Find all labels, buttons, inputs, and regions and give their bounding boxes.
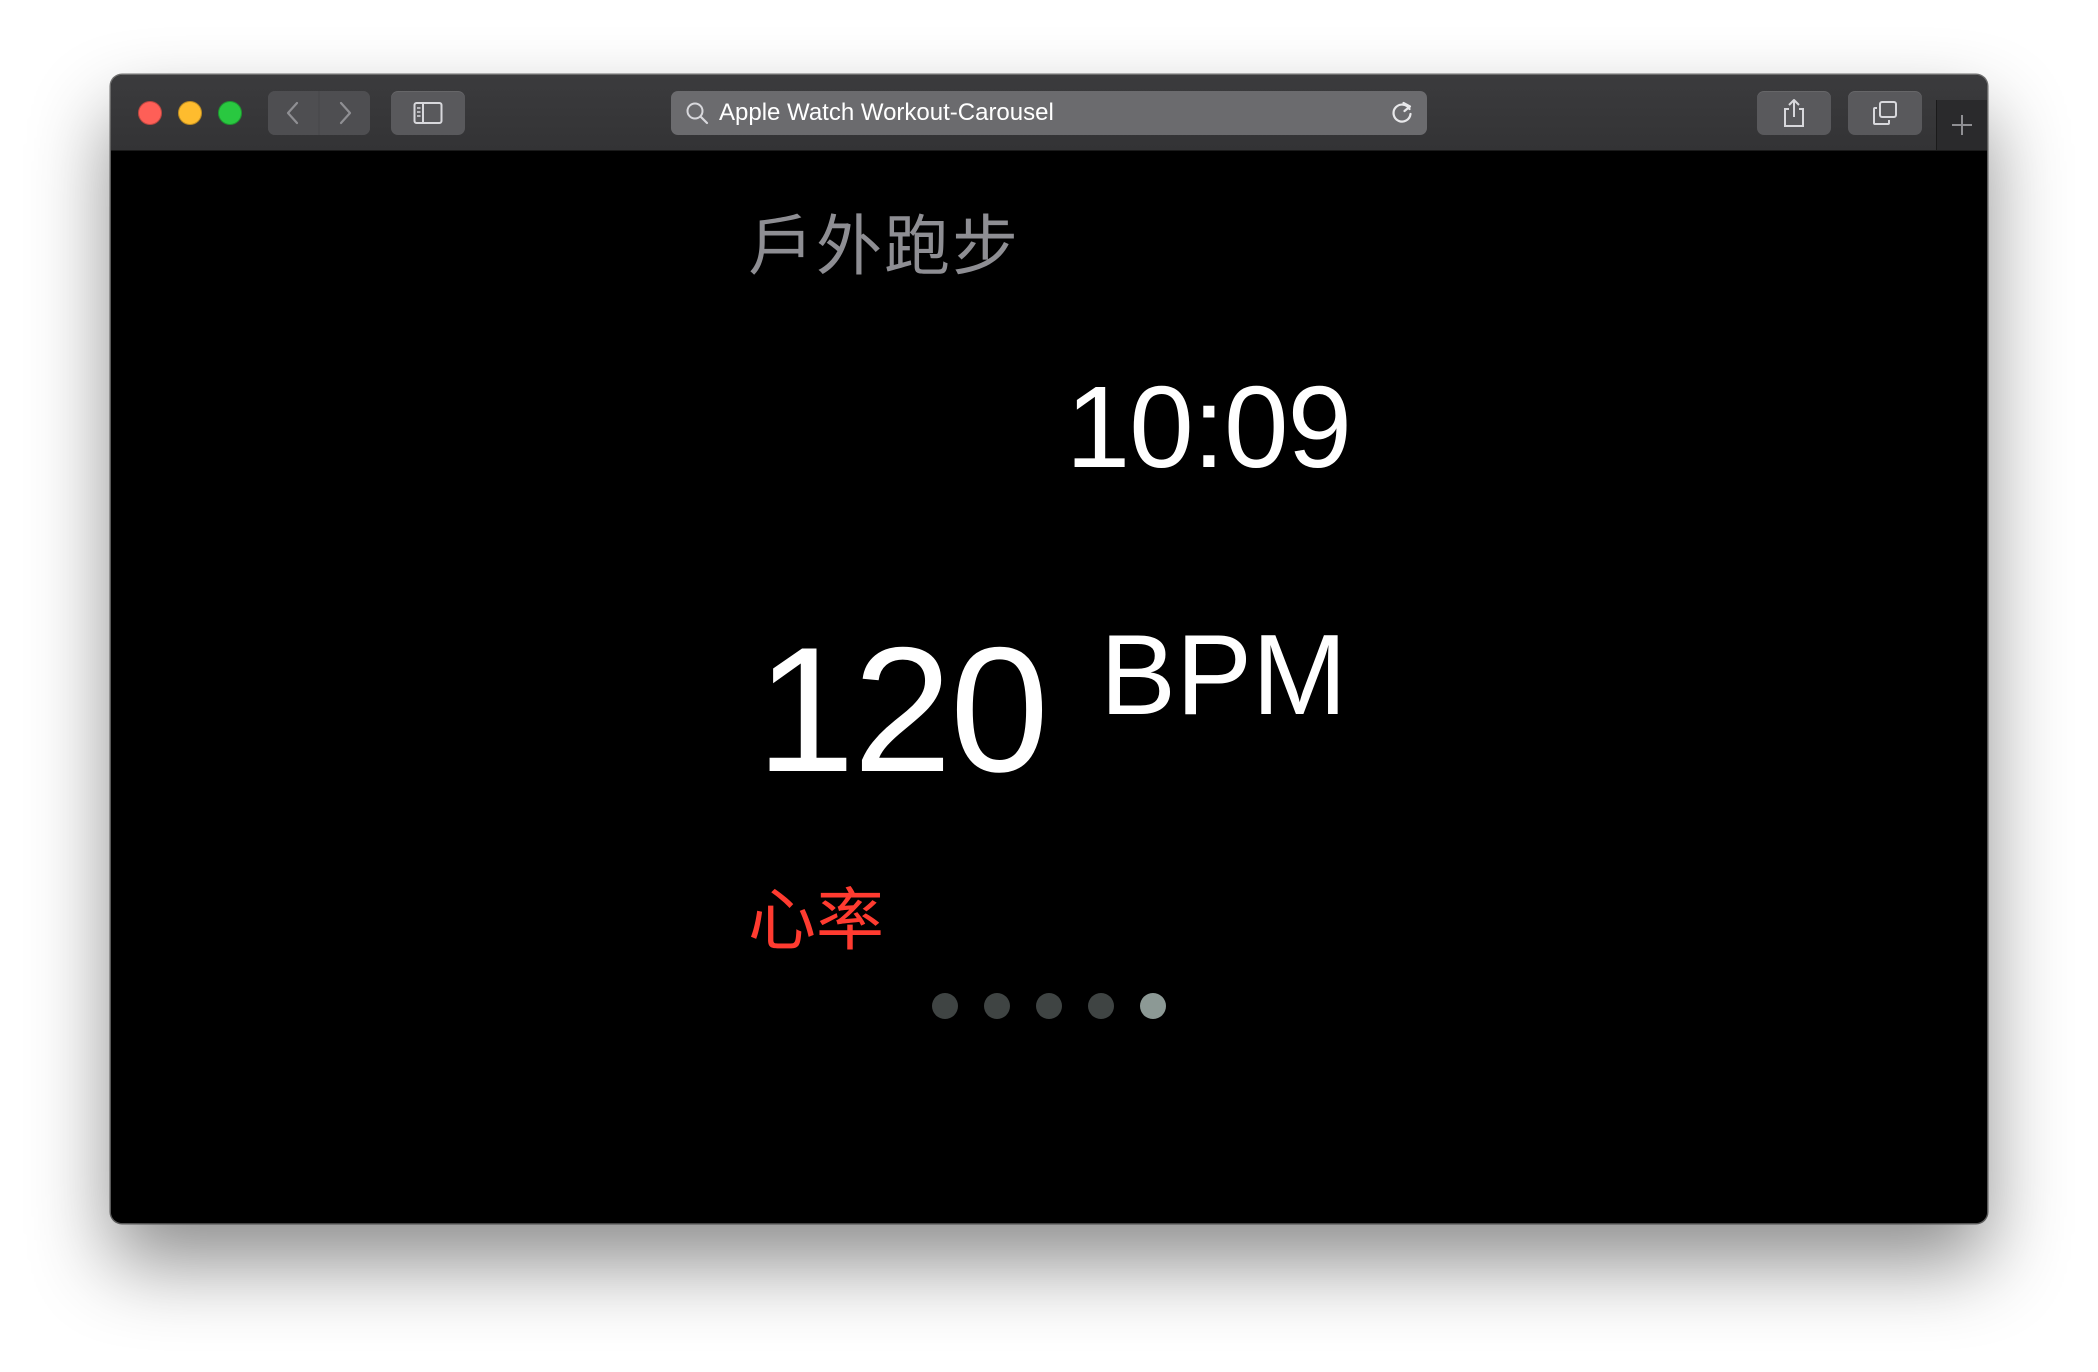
workout-title: 戶外跑步 <box>748 208 1020 285</box>
reload-icon[interactable] <box>1389 100 1415 126</box>
tabs-overview-button[interactable] <box>1848 91 1922 135</box>
chevron-left-icon <box>286 101 299 125</box>
page-dot[interactable] <box>1088 993 1114 1019</box>
minimize-window-button[interactable] <box>178 101 202 125</box>
share-button[interactable] <box>1757 91 1831 135</box>
address-bar[interactable]: Apple Watch Workout-Carousel <box>671 91 1427 135</box>
browser-toolbar: Apple Watch Workout-Carousel <box>111 75 1987 151</box>
share-icon <box>1784 99 1804 127</box>
heart-rate-unit: BPM <box>1099 612 1347 739</box>
sidebar-icon <box>413 102 443 124</box>
heart-rate-label: 心率 <box>748 882 885 961</box>
browser-window: Apple Watch Workout-Carousel 戶外跑步 10:09 … <box>111 75 1987 1223</box>
page-dot[interactable] <box>984 993 1010 1019</box>
back-button[interactable] <box>268 91 318 135</box>
page-indicator[interactable] <box>932 993 1166 1019</box>
navigation-buttons <box>268 91 370 135</box>
page-dot[interactable] <box>1140 993 1166 1019</box>
address-bar-text: Apple Watch Workout-Carousel <box>719 99 1054 126</box>
close-window-button[interactable] <box>138 101 162 125</box>
page-dot[interactable] <box>932 993 958 1019</box>
sidebar-button[interactable] <box>391 91 465 135</box>
plus-icon <box>1952 115 1972 135</box>
search-icon <box>686 102 709 125</box>
workout-carousel-page: 戶外跑步 10:09 120 BPM 心率 <box>111 151 1987 1223</box>
zoom-window-button[interactable] <box>218 101 242 125</box>
page-dot[interactable] <box>1036 993 1062 1019</box>
heart-rate-value: 120 <box>756 610 1049 809</box>
chevron-right-icon <box>339 101 352 125</box>
elapsed-time: 10:09 <box>1065 362 1352 492</box>
forward-button[interactable] <box>320 91 370 135</box>
new-tab-button[interactable] <box>1936 100 1987 150</box>
tabs-overview-icon <box>1873 101 1897 125</box>
